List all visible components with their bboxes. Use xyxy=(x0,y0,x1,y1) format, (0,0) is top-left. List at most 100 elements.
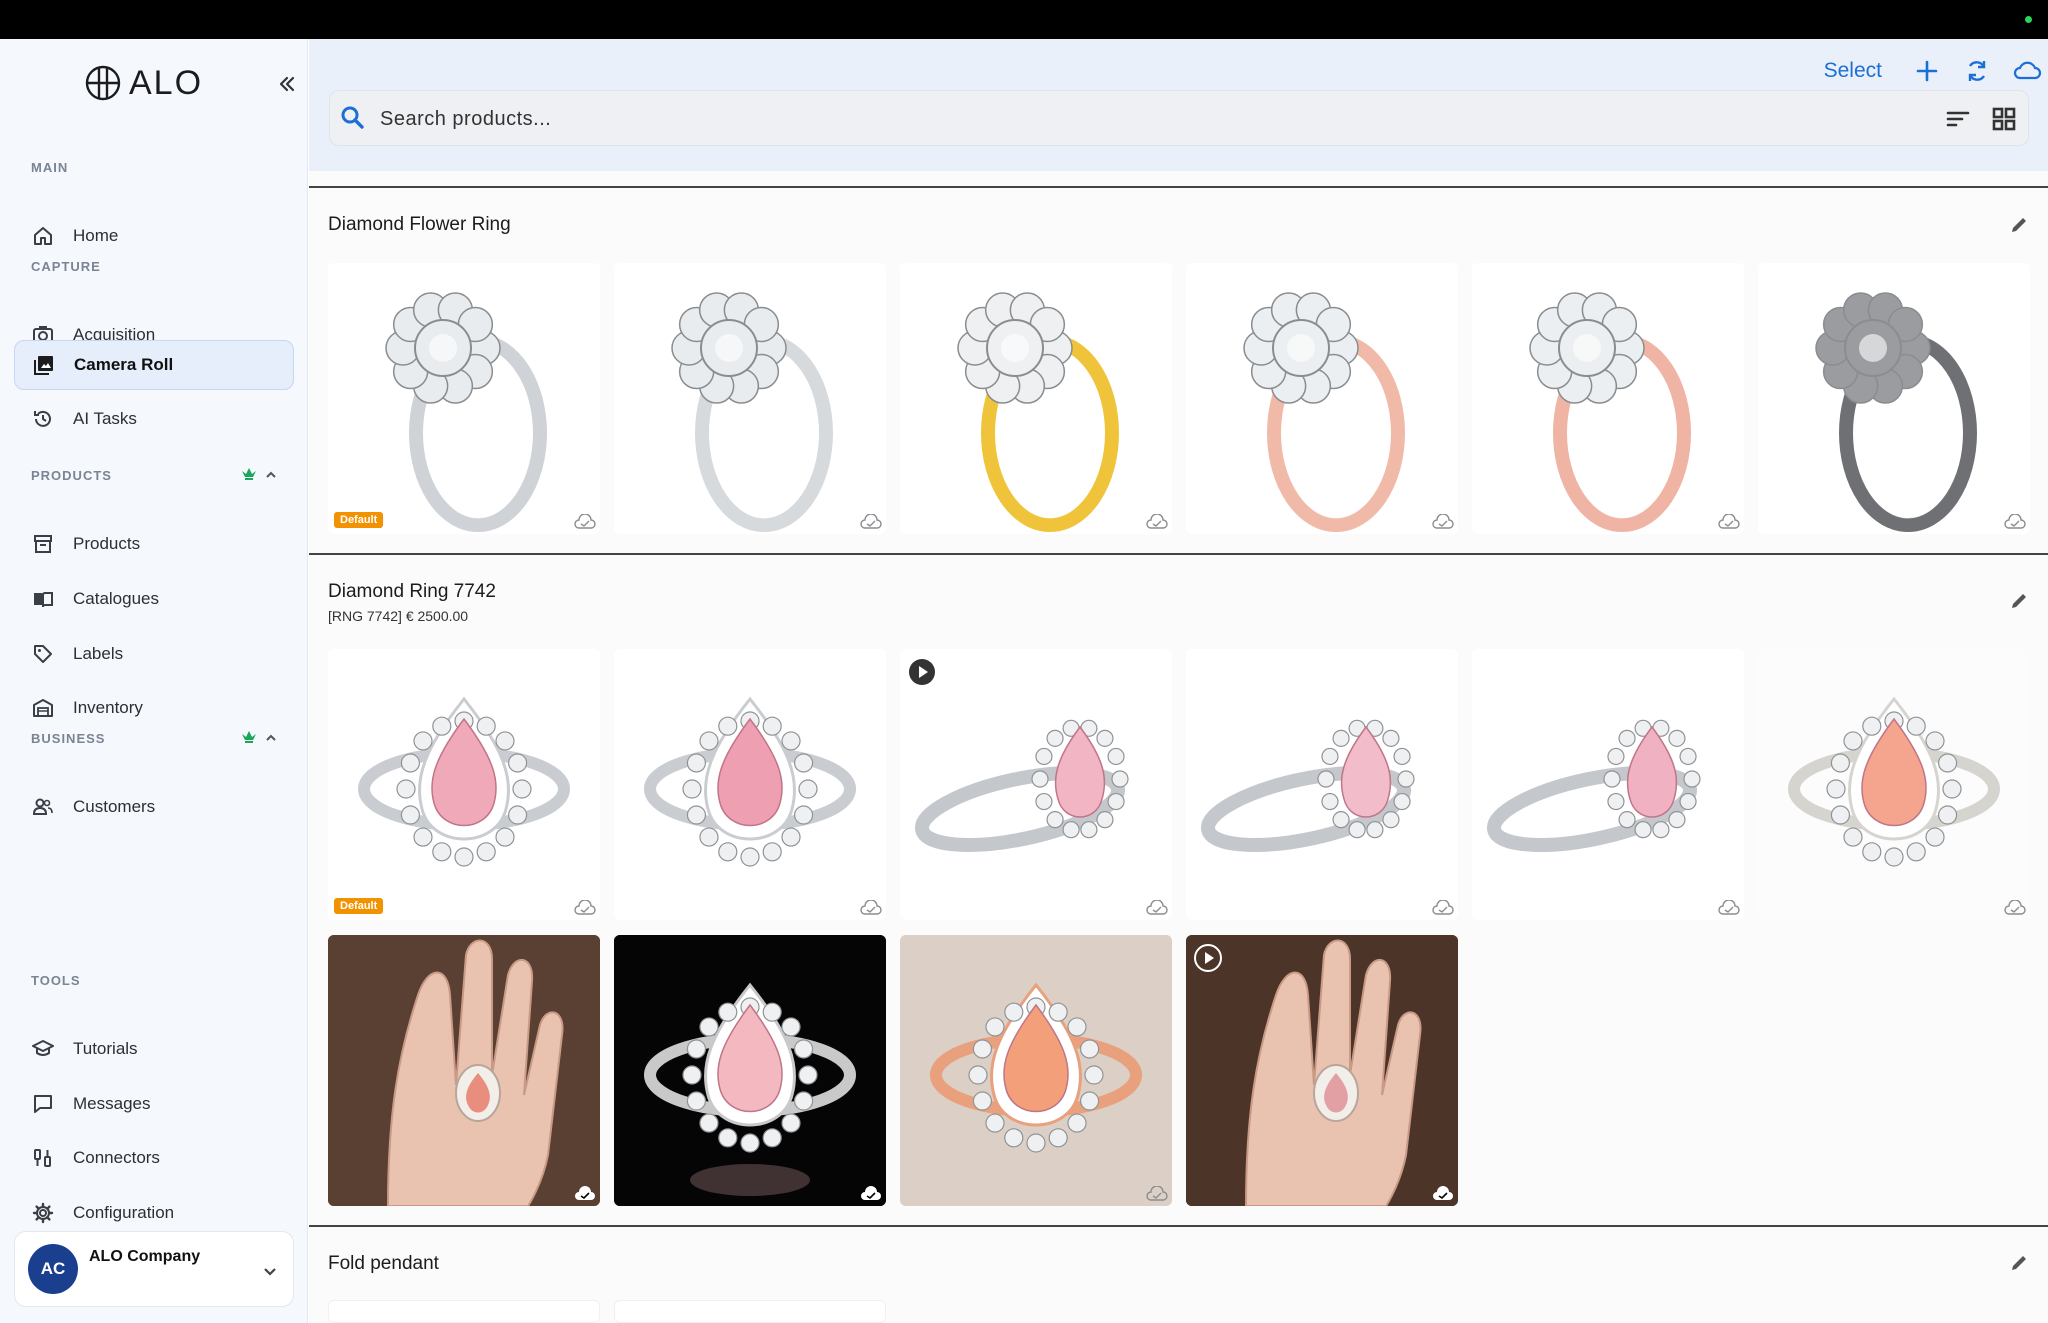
crown-icon xyxy=(242,731,256,743)
home-icon xyxy=(31,224,55,248)
section-divider xyxy=(309,553,2048,555)
product-title: Fold pendant xyxy=(328,1253,439,1274)
default-badge: Default xyxy=(334,898,384,914)
sidebar-item-label: Messages xyxy=(73,1094,151,1113)
avatar: AC xyxy=(28,1244,78,1294)
cloud-synced-icon xyxy=(1718,514,1740,529)
ring-image xyxy=(900,263,1172,534)
history-icon xyxy=(31,407,55,431)
cloud-synced-icon xyxy=(1432,900,1454,915)
sidebar-item-customers[interactable]: Customers xyxy=(14,782,294,832)
product-image-tile[interactable] xyxy=(900,649,1172,920)
grid-view-icon[interactable] xyxy=(1990,105,2018,133)
product-image-tile[interactable] xyxy=(1186,649,1458,920)
product-image-tile[interactable]: Default xyxy=(328,263,600,534)
cloud-button[interactable] xyxy=(2012,56,2042,86)
photo-library-icon xyxy=(32,353,56,377)
pencil-edit-icon[interactable] xyxy=(2008,214,2030,236)
default-badge: Default xyxy=(334,512,384,528)
ring-image xyxy=(1186,263,1458,534)
chevron-up-icon[interactable] xyxy=(264,468,278,482)
sync-icon xyxy=(1968,61,1986,81)
archive-box-icon xyxy=(31,532,55,556)
product-image-tile[interactable] xyxy=(1186,935,1458,1206)
ring-image xyxy=(1758,649,2030,920)
product-image-tile[interactable] xyxy=(614,1300,886,1323)
account-switcher[interactable]: AC ALO Company xyxy=(14,1231,294,1307)
ring-image xyxy=(1472,263,1744,534)
collapse-sidebar-button[interactable] xyxy=(272,69,302,99)
product-image-tile[interactable]: Default xyxy=(328,649,600,920)
ring-image xyxy=(328,935,600,1206)
sidebar-item-label: Camera Roll xyxy=(74,355,174,374)
book-icon xyxy=(31,587,55,611)
double-chevron-left-icon xyxy=(279,76,295,92)
product-image-tile[interactable] xyxy=(900,935,1172,1206)
play-video-icon[interactable] xyxy=(1193,943,1223,973)
sidebar-item-label: Configuration xyxy=(73,1203,175,1222)
cloud-synced-icon xyxy=(1146,514,1168,529)
sidebar-item-products[interactable]: Products xyxy=(14,519,294,569)
play-video-icon[interactable] xyxy=(907,657,937,687)
cloud-icon xyxy=(2013,61,2042,80)
sidebar-item-labels[interactable]: Labels xyxy=(14,629,294,679)
product-image-tile[interactable] xyxy=(1758,263,2030,534)
sidebar-item-catalogues[interactable]: Catalogues xyxy=(14,574,294,624)
product-image-tile[interactable] xyxy=(614,263,886,534)
product-sku-price: [RNG 7742] € 2500.00 xyxy=(328,608,469,624)
add-button[interactable] xyxy=(1912,56,1942,86)
ring-image xyxy=(614,935,886,1206)
product-image-tile[interactable] xyxy=(1472,649,1744,920)
sidebar-item-label: Home xyxy=(73,226,119,245)
search-icon xyxy=(341,106,364,129)
sidebar-item-messages[interactable]: Messages xyxy=(14,1079,294,1129)
product-image-tile[interactable] xyxy=(1186,263,1458,534)
chevron-up-icon[interactable] xyxy=(264,731,278,745)
section-divider xyxy=(309,186,2048,188)
ring-image xyxy=(900,649,1172,920)
ring-image xyxy=(1758,263,2030,534)
sidebar-item-label: Products xyxy=(73,534,141,553)
product-title: Diamond Flower Ring xyxy=(328,214,511,235)
section-label-main: MAIN xyxy=(31,160,69,175)
pencil-edit-icon[interactable] xyxy=(2008,1252,2030,1274)
logo-text: ALO xyxy=(129,63,204,102)
product-image-tile[interactable] xyxy=(614,649,886,920)
account-name: ALO Company xyxy=(89,1248,201,1265)
section-divider xyxy=(309,1225,2048,1227)
sidebar-item-home[interactable]: Home xyxy=(14,211,294,261)
product-image-tile[interactable] xyxy=(328,935,600,1206)
ring-image xyxy=(1186,935,1458,1206)
pencil-edit-icon[interactable] xyxy=(2008,590,2030,612)
product-image-tile[interactable] xyxy=(1472,263,1744,534)
cloud-synced-icon xyxy=(1432,514,1454,529)
section-label-capture: CAPTURE xyxy=(31,259,101,274)
section-label-business: BUSINESS xyxy=(31,731,106,746)
product-image-tile[interactable] xyxy=(328,1300,600,1323)
cloud-synced-icon xyxy=(574,900,596,915)
sidebar-item-connectors[interactable]: Connectors xyxy=(14,1133,294,1183)
sync-button[interactable] xyxy=(1962,56,1992,86)
cloud-synced-icon xyxy=(861,1186,881,1200)
product-image-tile[interactable] xyxy=(1758,649,2030,920)
ring-image xyxy=(614,649,886,920)
sidebar-item-label: Tutorials xyxy=(73,1039,138,1058)
sidebar-item-camera-roll[interactable]: Camera Roll xyxy=(14,340,294,390)
select-button[interactable]: Select xyxy=(1824,59,1882,83)
ring-image xyxy=(900,935,1172,1206)
sidebar-item-tutorials[interactable]: Tutorials xyxy=(14,1024,294,1074)
cloud-synced-icon xyxy=(860,900,882,915)
sidebar-item-inventory[interactable]: Inventory xyxy=(14,683,294,733)
warehouse-icon xyxy=(31,696,55,720)
cloud-synced-icon xyxy=(1146,1186,1168,1201)
product-image-tile[interactable] xyxy=(614,935,886,1206)
cloud-synced-icon xyxy=(2004,900,2026,915)
product-image-tile[interactable] xyxy=(900,263,1172,534)
alo-logo-icon xyxy=(85,65,121,101)
ring-image xyxy=(614,263,886,534)
search-input[interactable] xyxy=(380,101,1880,137)
sidebar-item-ai-tasks[interactable]: AI Tasks xyxy=(14,394,294,444)
graduation-cap-icon xyxy=(31,1037,55,1061)
cloud-synced-icon xyxy=(860,514,882,529)
sort-icon[interactable] xyxy=(1944,105,1972,133)
